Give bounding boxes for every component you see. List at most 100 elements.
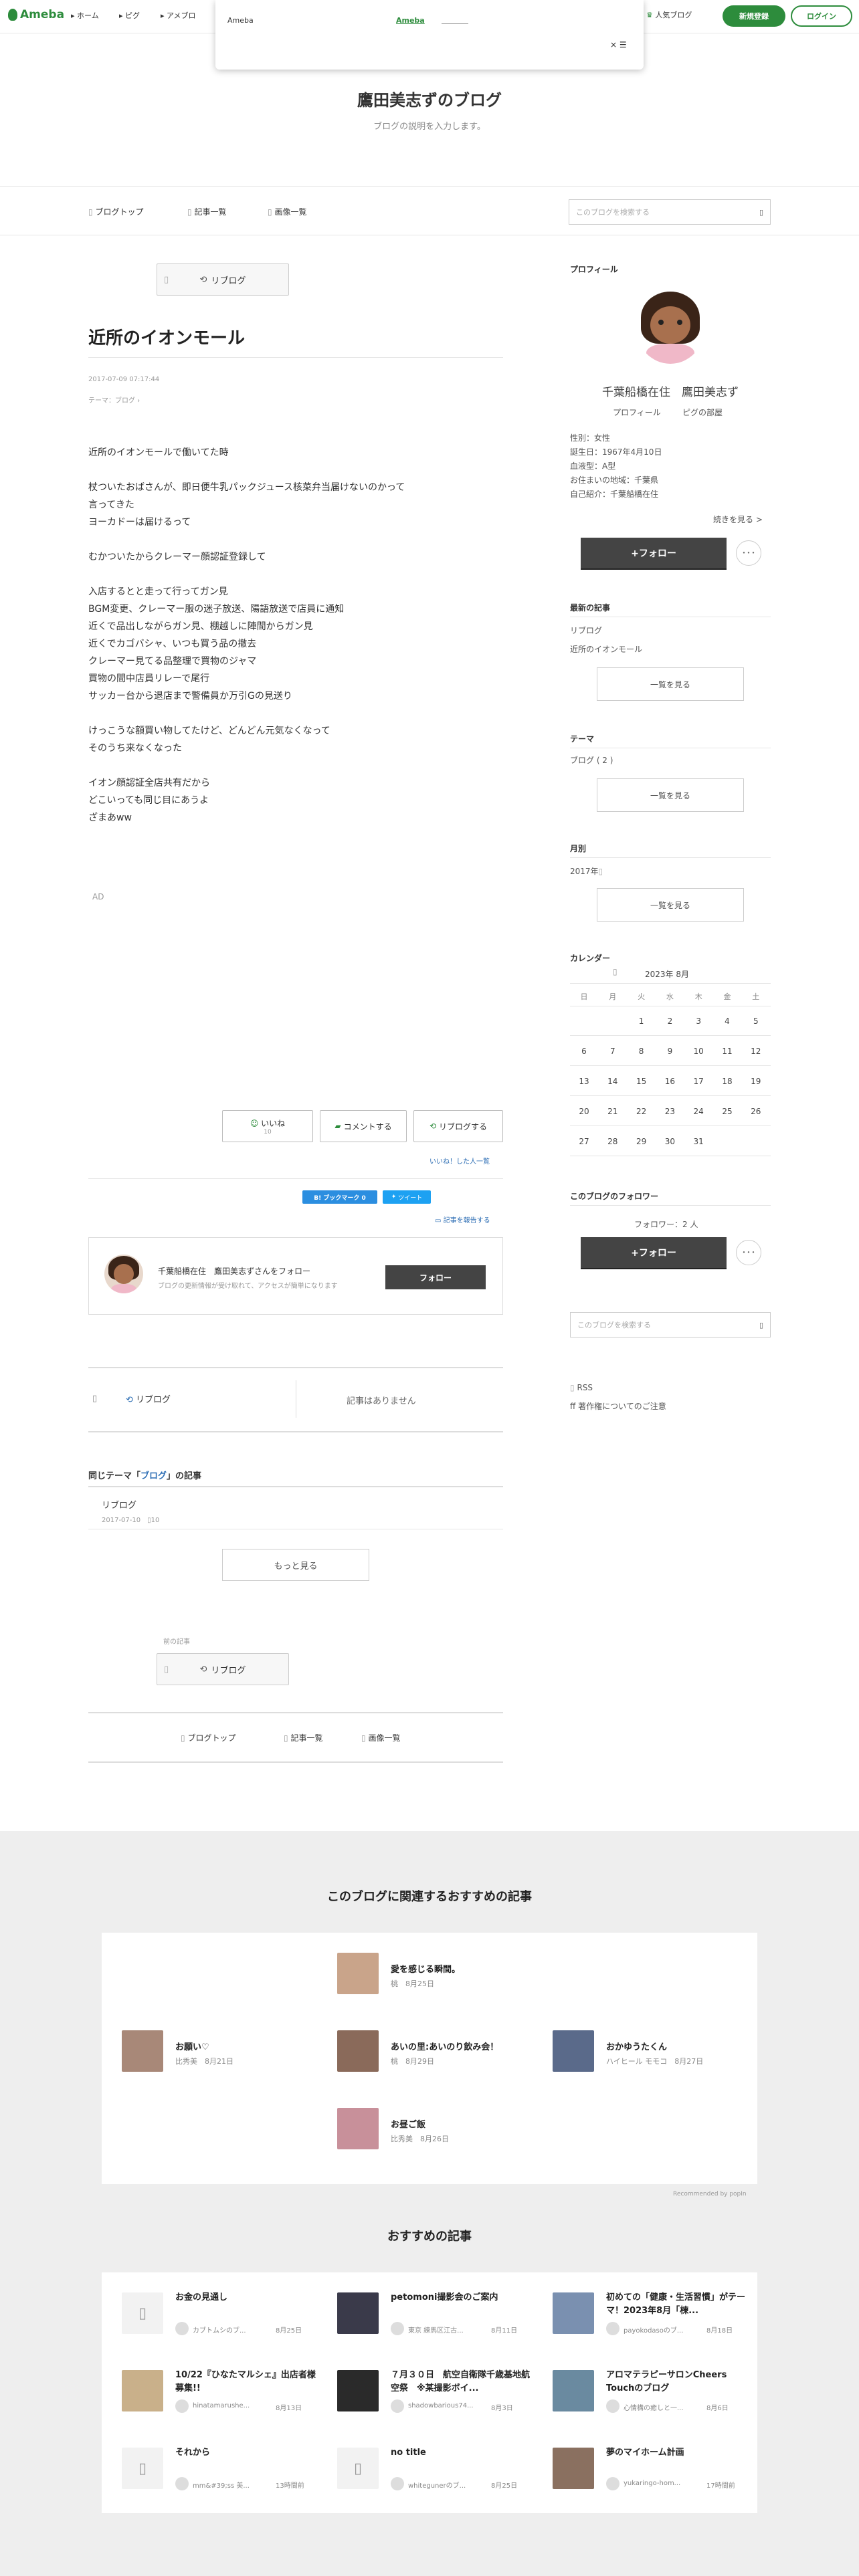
copyright-link[interactable]: ff 著作権についてのご注意: [570, 1400, 666, 1412]
blog-title[interactable]: 鷹田美志ずのブログ: [0, 87, 859, 110]
recommended-item-title[interactable]: それから: [175, 2446, 316, 2460]
read-more-link[interactable]: 続きを見る >: [713, 514, 763, 525]
rss-link[interactable]: ▯ RSS: [570, 1383, 593, 1392]
subnav-image-list[interactable]: ▯ 画像一覧: [268, 206, 306, 217]
popup-link[interactable]: Ameba: [396, 16, 425, 25]
recommended-item-title[interactable]: ７月３０日 航空自衛隊千歳基地航空祭 ※某撮影ボイ...: [391, 2369, 531, 2395]
monthly-item[interactable]: 2017年▯: [570, 865, 603, 877]
login-button[interactable]: ログイン: [791, 5, 852, 27]
search-icon[interactable]: ▯: [759, 1321, 763, 1329]
report-link[interactable]: ▭ 記事を報告する: [435, 1214, 490, 1224]
related-thumbnail[interactable]: [337, 1953, 379, 1994]
search-icon[interactable]: ▯: [759, 208, 763, 217]
recommended-thumbnail[interactable]: [553, 2292, 594, 2334]
subnav-entry-list[interactable]: ▯ 記事一覧: [187, 206, 226, 217]
related-item-title[interactable]: あいの里:あいのり飲み会！: [391, 2040, 498, 2052]
subnav-blog-top[interactable]: ▯ ブログトップ: [88, 206, 143, 217]
recommended-thumbnail[interactable]: [337, 2292, 379, 2334]
signup-button[interactable]: 新規登録: [723, 5, 785, 27]
liked-by-link[interactable]: いいね！した人一覧: [430, 1156, 490, 1166]
document-icon[interactable]: ▯: [122, 2448, 163, 2489]
recommended-item-title[interactable]: 夢のマイホーム計画: [606, 2446, 747, 2460]
nav-ameblo[interactable]: ▸ アメブロ: [161, 10, 195, 21]
related-thumbnail[interactable]: [553, 2030, 594, 2072]
nav-pig[interactable]: ▸ ピグ: [119, 10, 140, 21]
document-icon[interactable]: ▯: [122, 2292, 163, 2334]
follow-button-2[interactable]: +フォロー: [581, 1237, 727, 1268]
footer-image-list[interactable]: ▯ 画像一覧: [361, 1732, 400, 1743]
profile-link[interactable]: プロフィール: [613, 407, 661, 418]
more-options-button[interactable]: ･･･: [736, 540, 761, 566]
same-theme-item-title[interactable]: リブログ: [102, 1498, 136, 1511]
recommended-item-title[interactable]: 初めての「健康・生活習慣」がテーマ！2023年8月「棟...: [606, 2291, 747, 2318]
calendar-day: 18: [722, 1077, 733, 1086]
blog-search-input[interactable]: このブログを検索する ▯: [569, 199, 771, 225]
related-item-title[interactable]: 愛を感じる瞬間。: [391, 1962, 460, 1975]
smile-icon: ☺: [250, 1118, 259, 1128]
related-item-title[interactable]: お昼ご飯: [391, 2117, 425, 2130]
popup-close-button[interactable]: × ☰: [610, 40, 627, 49]
recent-item[interactable]: 近所のイオンモール: [570, 643, 642, 655]
cal-prev-icon[interactable]: ▯: [613, 967, 617, 976]
followers-count[interactable]: フォロワー：2 人: [634, 1218, 698, 1230]
profile-detail: 誕生日：1967年4月10日: [570, 447, 662, 457]
monthly-list-button[interactable]: 一覧を見る: [597, 888, 744, 922]
followers-divider: [570, 1205, 771, 1206]
reblog-button-top[interactable]: ▯ ⟲ リブログ: [157, 263, 289, 296]
document-icon[interactable]: ▯: [337, 2448, 379, 2489]
like-button[interactable]: ☺ いいね 10: [222, 1110, 313, 1142]
related-item-title[interactable]: お願い♡: [175, 2040, 209, 2052]
tweet-button[interactable]: ✦ ツイート: [383, 1190, 431, 1204]
recommended-item-title[interactable]: no title: [391, 2446, 531, 2460]
pig-room-link[interactable]: ピグの部屋: [682, 407, 723, 418]
ameba-logo[interactable]: Ameba: [8, 8, 64, 21]
recent-list-button[interactable]: 一覧を見る: [597, 667, 744, 701]
sidebar-search-input[interactable]: このブログを検索する ▯: [570, 1312, 771, 1337]
calendar-weekday: 木: [694, 992, 702, 1001]
footer-entry-list[interactable]: ▯ 記事一覧: [284, 1732, 322, 1743]
article-body-line: サッカー台から退店まで警備員か万引Gの見送り: [88, 691, 292, 702]
article-date: 2017-07-09 07:17:44: [88, 376, 160, 383]
comment-button[interactable]: ▰ コメントする: [320, 1110, 407, 1142]
same-theme-link[interactable]: ブログ: [140, 1471, 167, 1481]
ameba-logo-icon: [8, 9, 17, 21]
reblog-box-link[interactable]: ⟲ リブログ: [126, 1392, 171, 1405]
related-thumbnail[interactable]: [122, 2030, 163, 2072]
recommended-thumbnail[interactable]: [553, 2370, 594, 2411]
profile-avatar[interactable]: [636, 289, 705, 364]
related-item-author: 桃: [391, 1979, 398, 1988]
follow-button[interactable]: +フォロー: [581, 538, 727, 568]
recommended-item-title[interactable]: 10/22『ひなたマルシェ』出店者様募集!!: [175, 2369, 316, 2395]
article-title[interactable]: 近所のイオンモール: [88, 324, 245, 349]
related-thumbnail[interactable]: [337, 2108, 379, 2149]
bookmark-button[interactable]: B! ブックマーク 0: [302, 1190, 377, 1204]
popular-blog-link[interactable]: ♛ 人気ブログ: [646, 9, 692, 20]
theme-list-button[interactable]: 一覧を見る: [597, 778, 744, 812]
recommended-item-title[interactable]: お金の見通し: [175, 2291, 316, 2304]
recommended-item-title[interactable]: petomoni撮影会のご案内: [391, 2291, 531, 2304]
calendar-row-divider: [570, 1095, 771, 1096]
reblog-box-top: [88, 1367, 503, 1368]
footer-blog-top[interactable]: ▯ ブログトップ: [181, 1732, 235, 1743]
recommended-item-title[interactable]: アロマテラピーサロンCheers Touchのブログ: [606, 2369, 747, 2395]
nav-home[interactable]: ▸ ホーム: [71, 10, 99, 21]
recommended-item-author: 心情構の癒しと一...: [624, 2405, 684, 2412]
more-options-button-2[interactable]: ･･･: [736, 1240, 761, 1265]
theme-item[interactable]: ブログ ( 2 ): [570, 754, 613, 766]
monthly-heading: 月別: [570, 844, 587, 853]
calendar-row-divider: [570, 1065, 771, 1066]
recommended-thumbnail[interactable]: [553, 2448, 594, 2489]
reblog-action-button[interactable]: ⟲ リブログする: [413, 1110, 503, 1142]
recommended-thumbnail[interactable]: [122, 2370, 163, 2411]
recent-item[interactable]: リブログ: [570, 625, 602, 636]
recommended-thumbnail[interactable]: [337, 2370, 379, 2411]
related-item-date: 8月21日: [205, 2057, 233, 2066]
calendar-weekday: 月: [609, 992, 617, 1001]
reblog-button-prev[interactable]: ▯ ⟲ リブログ: [157, 1653, 289, 1685]
author-avatar: [606, 2399, 619, 2413]
more-button[interactable]: もっと見る: [222, 1549, 369, 1581]
follow-card-button[interactable]: フォロー: [385, 1265, 486, 1289]
related-thumbnail[interactable]: [337, 2030, 379, 2072]
article-theme[interactable]: テーマ：ブログ ›: [88, 395, 140, 405]
related-item-title[interactable]: おかゆうたくん: [606, 2040, 667, 2052]
